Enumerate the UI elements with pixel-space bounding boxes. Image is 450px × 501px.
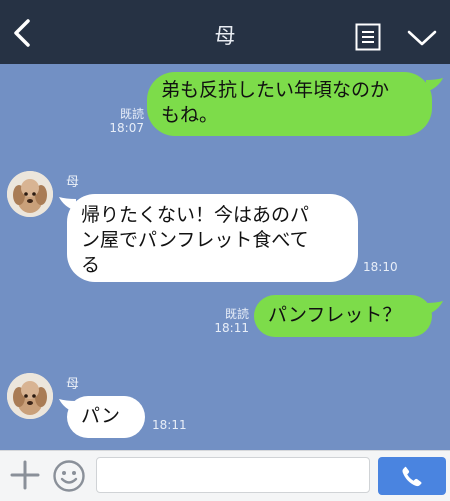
message-text-line: 弟も反抗したい年頃なのか <box>161 79 390 101</box>
message-meta: 既読 18:11 <box>205 307 249 335</box>
dog-avatar-icon <box>7 373 53 419</box>
smiley-icon[interactable] <box>52 459 86 493</box>
message-text-line: る <box>81 254 101 276</box>
plus-icon[interactable] <box>9 459 41 491</box>
message-input[interactable] <box>96 457 370 493</box>
avatar[interactable] <box>7 171 53 217</box>
avatar[interactable] <box>7 373 53 419</box>
message-text-line: ン屋でパンフレット食べて <box>81 229 309 251</box>
dog-avatar-icon <box>7 171 53 217</box>
sender-name: 母 <box>66 175 80 190</box>
read-receipt: 既読 <box>119 107 144 121</box>
bubble-tail <box>426 301 443 315</box>
message-meta: 既読 18:07 <box>100 107 144 135</box>
phone-icon <box>402 466 422 487</box>
bubble-tail <box>426 78 443 92</box>
chevron-down-icon[interactable] <box>406 28 438 48</box>
sender-name: 母 <box>66 377 80 392</box>
message-bubble-outgoing[interactable]: 弟も反抗したい年頃なのか もね。 <box>147 72 432 136</box>
message-text-line: 帰りたくない！今はあのパ <box>81 204 310 226</box>
message-bubble-incoming[interactable]: 帰りたくない！今はあのパ ン屋でパンフレット食べて る <box>67 194 358 282</box>
call-button[interactable] <box>378 457 446 495</box>
input-bar <box>0 450 450 501</box>
chat-header: 母 <box>0 0 450 64</box>
chat-title: 母 <box>214 24 236 48</box>
message-time: 18:11 <box>214 321 249 335</box>
message-time: 18:10 <box>363 260 398 274</box>
notes-icon[interactable] <box>355 23 381 51</box>
message-list[interactable]: 既読 18:07 弟も反抗したい年頃なのか もね。 母 帰りたくない！今はあのパ… <box>0 64 450 450</box>
message-time: 18:07 <box>109 121 144 135</box>
message-time: 18:11 <box>152 418 187 432</box>
message-text-line: パンフレット？ <box>268 304 402 326</box>
message-text-line: もね。 <box>161 104 219 126</box>
message-text-line: パン <box>81 405 120 427</box>
read-receipt: 既読 <box>224 307 249 321</box>
message-bubble-incoming[interactable]: パン <box>67 396 145 438</box>
message-bubble-outgoing[interactable]: パンフレット？ <box>254 295 432 337</box>
